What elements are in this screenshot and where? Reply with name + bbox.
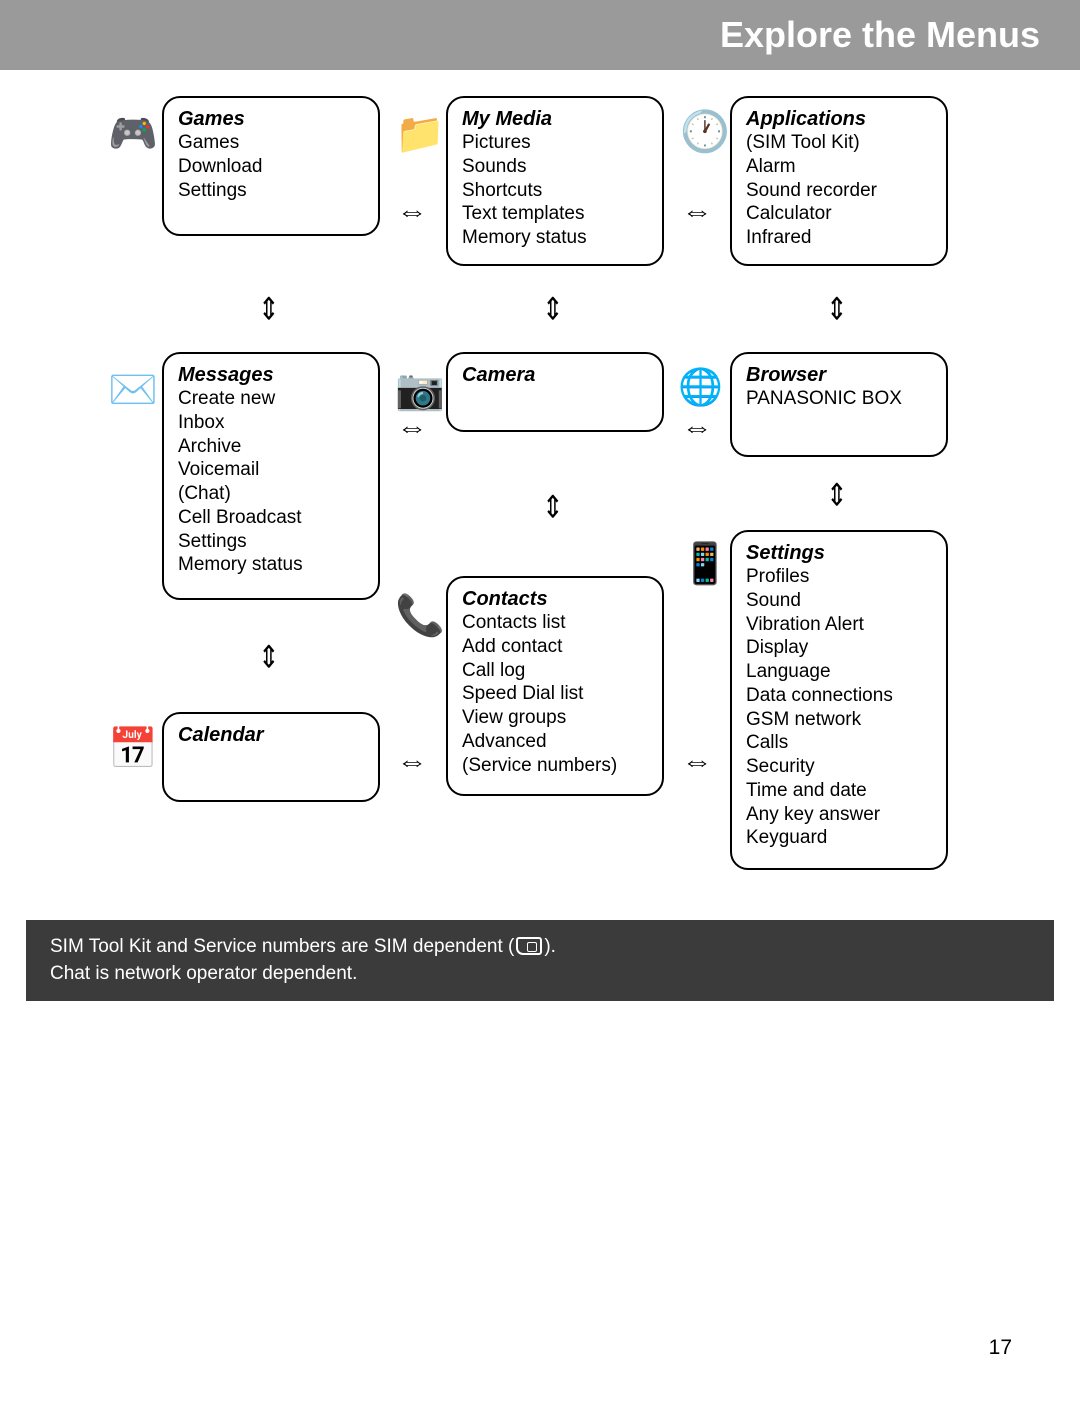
arrow-v: ⇕ — [826, 477, 848, 514]
card-contacts: Contacts Contacts list Add contact Call … — [446, 576, 664, 796]
card-messages: Messages Create new Inbox Archive Voicem… — [162, 352, 380, 600]
arrow-v: ⇕ — [542, 489, 564, 526]
card-games: Games Games Download Settings — [162, 96, 380, 236]
menu-diagram: 🎮 📁 🕐 ✉️ 📷 🌐 📞 📱 📅 Games Games Download … — [0, 70, 1080, 920]
header-title: Explore the Menus — [720, 14, 1040, 55]
card-item: Calls — [746, 731, 932, 755]
media-icon: 📁 — [395, 110, 445, 157]
card-item: Cell Broadcast — [178, 506, 364, 530]
camera-icon: 📷 — [395, 366, 445, 413]
card-item: Create new — [178, 387, 364, 411]
card-item: Display — [746, 636, 932, 660]
card-item: Profiles — [746, 565, 932, 589]
card-camera: Camera — [446, 352, 664, 432]
footnote-line2: Chat is network operator dependent. — [50, 963, 357, 984]
card-item: Call log — [462, 659, 648, 683]
card-applications: Applications (SIM Tool Kit) Alarm Sound … — [730, 96, 948, 266]
footnote-line1b: ). — [544, 936, 556, 957]
card-mymedia: My Media Pictures Sounds Shortcuts Text … — [446, 96, 664, 266]
card-item: (Chat) — [178, 482, 364, 506]
card-item: (SIM Tool Kit) — [746, 131, 932, 155]
card-item: GSM network — [746, 708, 932, 732]
card-item: (Service numbers) — [462, 754, 648, 778]
contacts-icon: 📞 — [395, 592, 445, 639]
card-item: Memory status — [178, 553, 364, 577]
card-item: Inbox — [178, 411, 364, 435]
card-item: Language — [746, 660, 932, 684]
card-item: Security — [746, 755, 932, 779]
card-settings: Settings Profiles Sound Vibration Alert … — [730, 530, 948, 870]
card-title: Settings — [746, 542, 932, 565]
card-item: Voicemail — [178, 458, 364, 482]
arrow-h: ⇔ — [681, 412, 712, 443]
browser-icon: 🌐 — [678, 366, 723, 408]
settings-icon: 📱 — [680, 540, 730, 587]
card-item: Speed Dial list — [462, 682, 648, 706]
games-icon: 🎮 — [108, 110, 158, 157]
page-header: Explore the Menus — [0, 0, 1080, 70]
arrow-v: ⇕ — [258, 291, 280, 328]
footnote-box: SIM Tool Kit and Service numbers are SIM… — [26, 920, 1054, 1001]
arrow-h: ⇔ — [396, 746, 427, 777]
arrow-h: ⇔ — [681, 196, 712, 227]
arrow-h: ⇔ — [396, 196, 427, 227]
card-item: Pictures — [462, 131, 648, 155]
card-item: Shortcuts — [462, 179, 648, 203]
arrow-h: ⇔ — [681, 746, 712, 777]
card-item: Calculator — [746, 202, 932, 226]
card-item: Infrared — [746, 226, 932, 250]
card-item: Download — [178, 155, 364, 179]
card-item: Games — [178, 131, 364, 155]
sim-icon — [516, 937, 542, 955]
card-item: Time and date — [746, 779, 932, 803]
footnote-line1a: SIM Tool Kit and Service numbers are SIM… — [50, 936, 514, 957]
card-item: Settings — [178, 179, 364, 203]
arrow-h: ⇔ — [396, 412, 427, 443]
card-item: Memory status — [462, 226, 648, 250]
card-item: Advanced — [462, 730, 648, 754]
card-item: Archive — [178, 435, 364, 459]
messages-icon: ✉️ — [108, 366, 158, 413]
card-item: Keyguard — [746, 826, 932, 850]
card-title: Browser — [746, 364, 932, 387]
card-item: Sounds — [462, 155, 648, 179]
card-title: Applications — [746, 108, 932, 131]
card-item: Contacts list — [462, 611, 648, 635]
card-title: Contacts — [462, 588, 648, 611]
arrow-v: ⇕ — [258, 639, 280, 676]
card-item: Settings — [178, 530, 364, 554]
arrow-v: ⇕ — [826, 291, 848, 328]
arrow-v: ⇕ — [542, 291, 564, 328]
applications-icon: 🕐 — [680, 108, 730, 155]
calendar-icon: 📅 — [108, 725, 158, 772]
card-item: Add contact — [462, 635, 648, 659]
card-item: Sound — [746, 589, 932, 613]
card-title: Camera — [462, 364, 648, 387]
card-item: Data connections — [746, 684, 932, 708]
card-title: Calendar — [178, 724, 364, 747]
card-item: Text templates — [462, 202, 648, 226]
card-item: Any key answer — [746, 803, 932, 827]
card-item: Sound recorder — [746, 179, 932, 203]
card-title: Messages — [178, 364, 364, 387]
card-item: PANASONIC BOX — [746, 387, 932, 411]
card-item: View groups — [462, 706, 648, 730]
card-title: My Media — [462, 108, 648, 131]
card-calendar: Calendar — [162, 712, 380, 802]
card-item: Alarm — [746, 155, 932, 179]
page-number: 17 — [989, 1336, 1012, 1360]
card-title: Games — [178, 108, 364, 131]
card-browser: Browser PANASONIC BOX — [730, 352, 948, 457]
card-item: Vibration Alert — [746, 613, 932, 637]
